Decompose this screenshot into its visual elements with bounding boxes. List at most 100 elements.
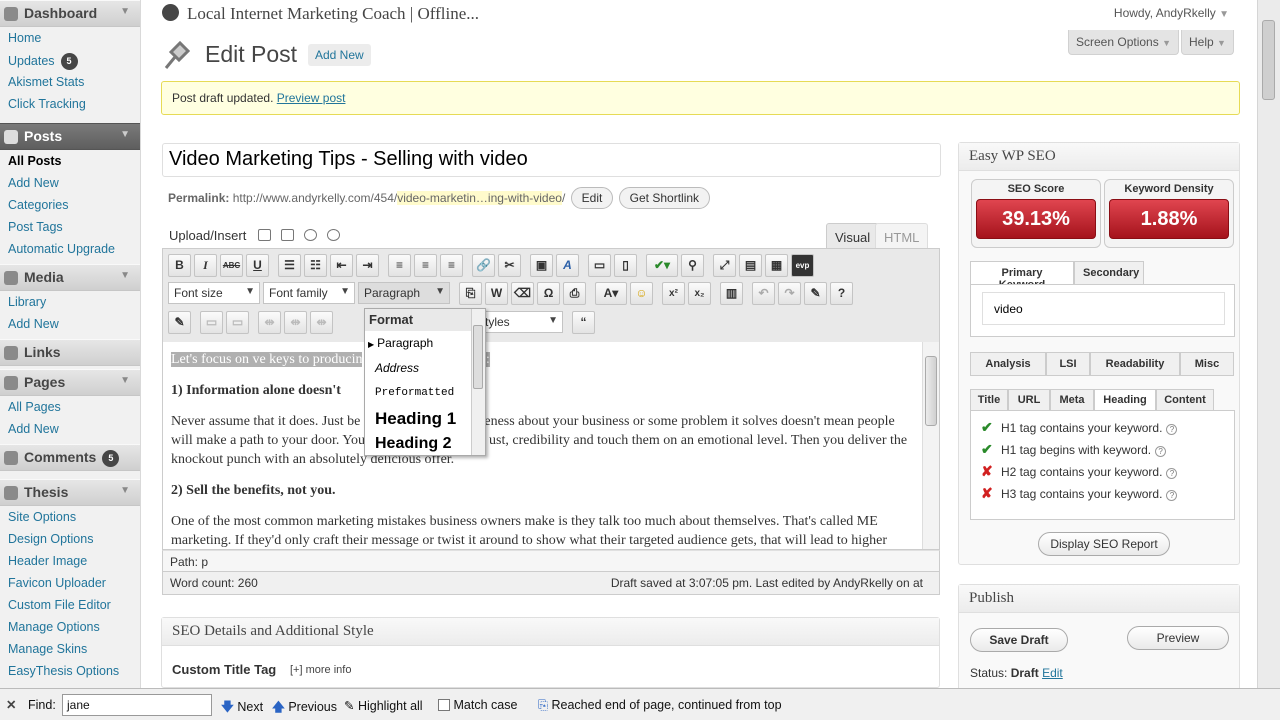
sidebar-item-easythesis-options[interactable]: EasyThesis Options	[0, 660, 140, 682]
screen-options-button[interactable]: Screen Options ▼	[1068, 30, 1179, 55]
add-new-button[interactable]: Add New	[308, 44, 371, 66]
sidebar-item-categories[interactable]: Categories	[0, 194, 140, 216]
superscript-icon[interactable]: x²	[662, 282, 685, 305]
redo-icon[interactable]: ↷	[778, 282, 801, 305]
sidebar-item-add-new-page[interactable]: Add New	[0, 418, 140, 440]
align-center-icon[interactable]: ≡	[414, 254, 437, 277]
page-break-icon[interactable]: ▯	[614, 254, 637, 277]
italic-button[interactable]: I	[194, 254, 217, 277]
outdent-icon[interactable]: ⇤	[330, 254, 353, 277]
format-option-paragraph[interactable]: ▶ Paragraph	[365, 331, 485, 356]
find-next-button[interactable]: 🡇 Next	[221, 698, 263, 719]
primary-keyword-input[interactable]: video	[982, 292, 1225, 325]
seo-details-title[interactable]: SEO Details and Additional Style	[162, 618, 939, 646]
easy-wp-seo-title[interactable]: Easy WP SEO	[959, 143, 1239, 171]
tab-title[interactable]: Title	[970, 389, 1008, 411]
add-image-icon[interactable]	[258, 229, 271, 241]
bullet-list-icon[interactable]: ☰	[278, 254, 301, 277]
scrollbar-thumb[interactable]	[925, 356, 937, 426]
insert-table-icon[interactable]: ▦	[765, 254, 788, 277]
editor-scrollbar[interactable]	[922, 342, 939, 549]
get-shortlink-button[interactable]: Get Shortlink	[618, 187, 711, 209]
delete-col-icon[interactable]: ⇹	[310, 311, 333, 334]
underline-button[interactable]: U	[246, 254, 269, 277]
paste-word-icon[interactable]: W	[485, 282, 508, 305]
sidebar-item-add-new-media[interactable]: Add New	[0, 313, 140, 335]
user-greeting[interactable]: Howdy, AndyRkelly ▼	[1114, 6, 1229, 20]
sidebar-item-akismet-stats[interactable]: Akismet Stats	[0, 71, 140, 93]
align-right-icon[interactable]: ≡	[440, 254, 463, 277]
menu-posts[interactable]: Posts ▼	[0, 123, 140, 150]
help-icon[interactable]: ?	[1166, 424, 1178, 435]
menu-media[interactable]: Media ▼	[0, 264, 140, 291]
publish-title[interactable]: Publish	[959, 585, 1239, 613]
more-info-link[interactable]: [+] more info	[290, 664, 351, 676]
menu-toggle-icon[interactable]: ▼	[120, 129, 130, 140]
display-seo-report-button[interactable]: Display SEO Report	[1038, 532, 1170, 556]
find-previous-button[interactable]: 🡅 Previous	[272, 698, 337, 719]
sidebar-item-all-posts[interactable]: All Posts	[0, 150, 140, 172]
insert-col-after-icon[interactable]: ⇹	[284, 311, 307, 334]
permalink-slug[interactable]: video-marketin…ing-with-video	[397, 191, 562, 205]
site-title[interactable]: Local Internet Marketing Coach | Offline…	[187, 4, 479, 24]
match-case-checkbox[interactable]: Match case	[438, 698, 517, 712]
subscript-icon[interactable]: x₂	[688, 282, 711, 305]
tab-primary-keyword[interactable]: Primary Keyword	[970, 261, 1074, 291]
menu-thesis[interactable]: Thesis ▼	[0, 479, 140, 506]
more-tag-icon[interactable]: ▭	[588, 254, 611, 277]
add-video-icon[interactable]	[281, 229, 294, 241]
menu-scrollbar[interactable]	[471, 309, 485, 455]
sidebar-item-manage-options[interactable]: Manage Options	[0, 616, 140, 638]
add-audio-icon[interactable]	[304, 229, 317, 241]
tab-secondary-keyword[interactable]: Secondary	[1074, 261, 1144, 285]
menu-pages[interactable]: Pages ▼	[0, 369, 140, 396]
spellcheck-icon[interactable]: ✔▾	[646, 254, 678, 277]
format-option-heading-2[interactable]: Heading 2	[365, 431, 485, 455]
tab-lsi[interactable]: LSI	[1046, 352, 1090, 376]
highlight-all-button[interactable]: ✎ Highlight all	[344, 698, 423, 713]
scrollbar-thumb[interactable]	[473, 325, 483, 389]
menu-toggle-icon[interactable]: ▼	[120, 6, 130, 17]
edit-permalink-button[interactable]: Edit	[570, 187, 614, 209]
kitchen-sink-icon[interactable]: ▤	[739, 254, 762, 277]
insert-link-icon[interactable]: 🔗	[472, 254, 495, 277]
tab-analysis[interactable]: Analysis	[970, 352, 1046, 376]
tab-readability[interactable]: Readability	[1090, 352, 1180, 376]
text-color-icon[interactable]: A▾	[595, 282, 627, 305]
emoticon-icon[interactable]: ☺	[630, 282, 653, 305]
font-size-select[interactable]: Font size ▼	[168, 282, 260, 304]
menu-comments[interactable]: Comments 5	[0, 444, 140, 471]
format-option-preformatted[interactable]: Preformatted	[365, 381, 485, 406]
sidebar-item-library[interactable]: Library	[0, 291, 140, 313]
tab-url[interactable]: URL	[1008, 389, 1050, 411]
blockquote-icon[interactable]: “	[572, 311, 595, 334]
sidebar-item-site-options[interactable]: Site Options	[0, 506, 140, 528]
tab-heading[interactable]: Heading	[1094, 389, 1156, 411]
insert-col-before-icon[interactable]: ⇹	[258, 311, 281, 334]
format-option-heading-1[interactable]: Heading 1	[365, 406, 485, 431]
clear-formatting-icon[interactable]: ⌫	[511, 282, 534, 305]
insert-image-icon[interactable]: ▣	[530, 254, 553, 277]
save-draft-button[interactable]: Save Draft	[970, 628, 1068, 652]
undo-icon[interactable]: ↶	[752, 282, 775, 305]
sidebar-item-design-options[interactable]: Design Options	[0, 528, 140, 550]
close-icon[interactable]: ✕	[6, 697, 16, 712]
indent-icon[interactable]: ⇥	[356, 254, 379, 277]
tab-meta[interactable]: Meta	[1050, 389, 1094, 411]
print-icon[interactable]: ⎙	[563, 282, 586, 305]
sidebar-item-favicon-uploader[interactable]: Favicon Uploader	[0, 572, 140, 594]
menu-toggle-icon[interactable]: ▼	[120, 270, 130, 281]
menu-links[interactable]: Links	[0, 339, 140, 366]
tab-content[interactable]: Content	[1156, 389, 1214, 411]
numbered-list-icon[interactable]: ☷	[304, 254, 327, 277]
sidebar-item-manage-skins[interactable]: Manage Skins	[0, 638, 140, 660]
sidebar-item-home[interactable]: Home	[0, 27, 140, 49]
help-icon[interactable]: ?	[1166, 490, 1178, 501]
fullscreen-icon[interactable]: ⤢	[713, 254, 736, 277]
help-icon[interactable]: ?	[1155, 446, 1167, 457]
scrollbar-thumb[interactable]	[1262, 20, 1275, 100]
edit-css-icon[interactable]: ✎	[168, 311, 191, 334]
sidebar-item-post-tags[interactable]: Post Tags	[0, 216, 140, 238]
tab-misc[interactable]: Misc	[1180, 352, 1234, 376]
video-plugin-icon[interactable]: evp	[791, 254, 814, 277]
